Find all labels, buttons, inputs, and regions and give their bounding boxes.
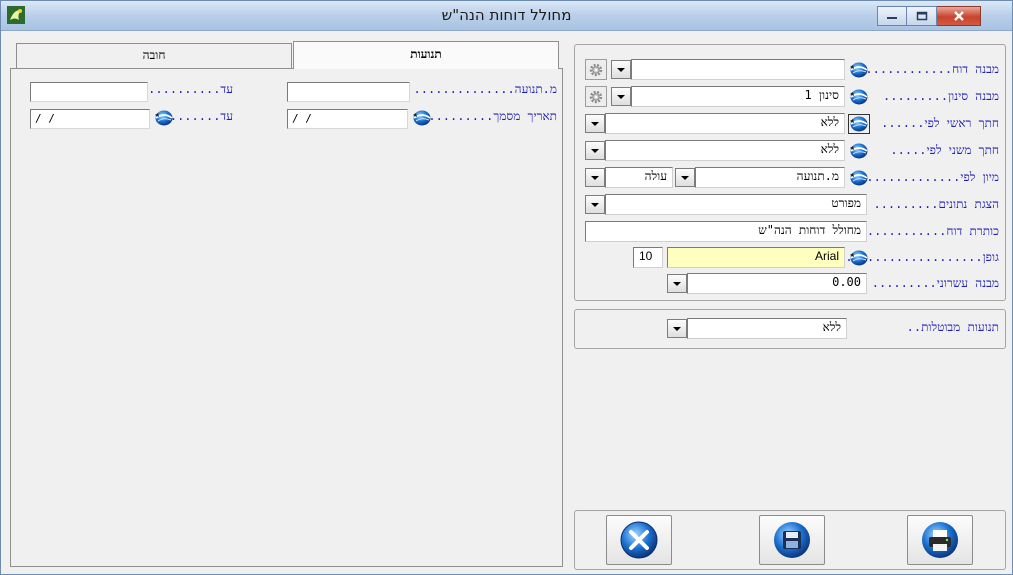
chevron-down-icon [672,326,682,332]
chevron-down-icon [590,121,600,127]
primary-section-dropdown[interactable] [585,114,605,133]
font-size-input[interactable]: 10 [633,247,663,268]
decimal-format-dropdown[interactable] [667,274,687,293]
minimize-icon [887,17,897,19]
movement-to-input[interactable] [30,82,148,102]
movement-no-label: מ.תנועה.............. [413,82,557,96]
sort-by-lookup-icon[interactable] [849,169,869,187]
sort-by-label: מיון לפי.............. [859,170,999,184]
client-area: חובה תנועות מ.תנועה.............. עד....… [1,32,1012,574]
secondary-section-lookup-icon[interactable] [849,142,869,160]
filter-structure-dropdown[interactable] [611,87,631,106]
filter-structure-settings-button[interactable] [585,86,607,107]
decimal-format-combo[interactable]: 0.00 [687,273,867,294]
decimal-format-label: מבנה עשרוני......... [871,276,999,290]
save-button[interactable] [759,515,825,565]
report-settings-group: מבנה דוח............. מבנה סינון........… [574,44,1006,301]
chevron-down-icon [590,175,600,181]
report-structure-lookup-icon[interactable] [849,61,869,79]
tab-movements[interactable]: תנועות [293,41,559,69]
primary-section-label: חתך ראשי לפי...... [881,116,999,130]
printer-icon [922,522,958,558]
close-button[interactable] [937,6,981,26]
doc-date-label: תאריך מסמך.......... [421,109,557,123]
chevron-down-icon [616,67,626,73]
filter-structure-combo[interactable]: סינון 1 [631,86,845,107]
cancelled-movements-group: תנועות מבוטלות.. ללא [574,309,1006,349]
font-name-input[interactable]: Arial [667,247,845,268]
report-structure-settings-button[interactable] [585,59,607,80]
tab-debit[interactable]: חובה [16,43,292,68]
chevron-down-icon [590,148,600,154]
movement-to-label: עד............ [133,82,233,96]
sort-by-dropdown[interactable] [675,168,695,187]
cancel-button[interactable] [606,515,672,565]
sort-order-dropdown[interactable] [585,168,605,187]
report-structure-combo[interactable] [631,59,845,80]
gear-icon [588,62,604,78]
display-data-combo[interactable]: מפורט [605,194,867,215]
filter-structure-lookup-icon[interactable] [849,88,869,106]
cancelled-movements-dropdown[interactable] [667,319,687,338]
report-structure-label: מבנה דוח............. [858,62,999,76]
report-title-input[interactable]: מחולל דוחות הנה"ש [585,221,867,242]
minimize-button[interactable] [877,6,907,26]
doc-date-to-picker-icon[interactable] [154,109,174,127]
font-label: גופן........................ [809,250,999,264]
chevron-down-icon [672,281,682,287]
action-toolbar [574,510,1006,570]
secondary-section-combo[interactable]: ללא [605,140,845,161]
chevron-down-icon [616,94,626,100]
secondary-section-label: חתך משני לפי..... [890,143,999,157]
maximize-button[interactable] [907,6,937,26]
title-bar[interactable]: מחולל דוחות הנה"ש [1,1,1012,31]
doc-date-picker-icon[interactable] [412,109,432,127]
cancelled-movements-combo[interactable]: ללא [687,318,847,339]
cancel-x-icon [620,521,658,559]
display-data-dropdown[interactable] [585,195,605,214]
filter-structure-label: מבנה סינון......... [883,89,999,103]
cancelled-movements-label: תנועות מבוטלות.. [906,320,999,334]
report-title-label: כותרת דוח............ [859,224,999,238]
gear-icon [588,89,604,105]
close-icon [953,11,964,21]
secondary-section-dropdown[interactable] [585,141,605,160]
window-title: מחולל דוחות הנה"ש [441,6,572,24]
movement-no-input[interactable] [287,82,410,102]
doc-date-to-input[interactable]: / / [30,109,150,129]
save-disk-icon [774,522,810,558]
doc-date-from-input[interactable]: / / [287,109,408,129]
report-structure-dropdown[interactable] [611,60,631,79]
chevron-down-icon [680,175,690,181]
sort-by-combo[interactable]: מ.תנועה [695,167,845,188]
primary-section-combo[interactable]: ללא [605,113,845,134]
maximize-icon [916,11,927,21]
primary-section-lookup-icon[interactable] [848,114,870,134]
font-picker-icon[interactable] [849,249,869,267]
sort-order-combo[interactable]: עולה [605,167,673,188]
doc-date-to-label: עד....... [169,109,233,123]
tab-page-movements: מ.תנועה.............. עד............ תאר… [10,68,563,567]
chevron-down-icon [590,202,600,208]
print-button[interactable] [907,515,973,565]
report-generator-window: מחולל דוחות הנה"ש חובה תנועות מ.תנועה...… [0,0,1013,575]
tab-control: חובה תנועות מ.תנועה.............. עד....… [10,41,563,567]
display-data-label: הצגת נתונים......... [873,197,999,211]
